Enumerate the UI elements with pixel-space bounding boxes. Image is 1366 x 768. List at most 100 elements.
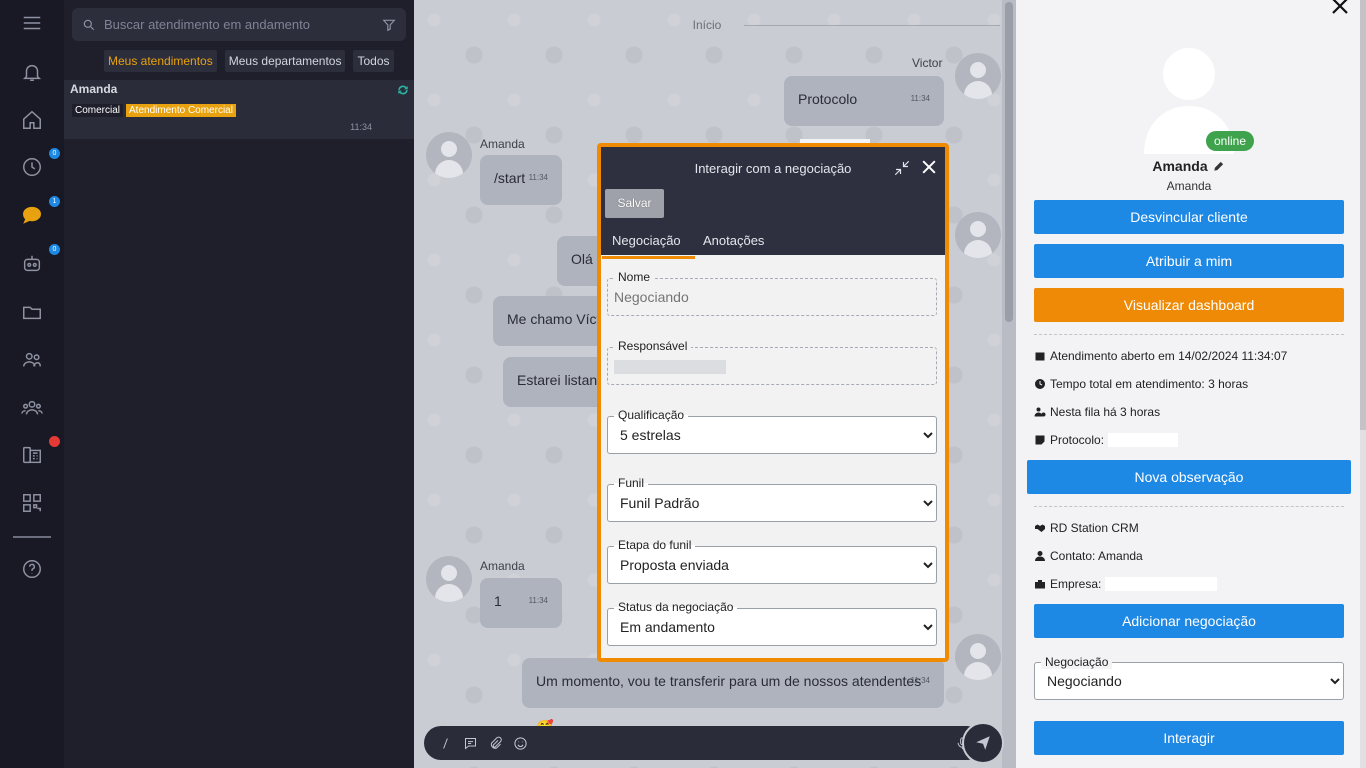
message-time: 11:34 xyxy=(910,676,930,685)
clock-icon xyxy=(1035,379,1045,389)
message-text: 1 xyxy=(494,593,502,609)
send-button[interactable] xyxy=(962,722,1004,764)
redacted-company xyxy=(1105,577,1218,591)
clock-icon[interactable] xyxy=(20,155,44,179)
close-icon[interactable] xyxy=(919,157,939,177)
filter-tabs: Meus atendimentos Meus departamentos Tod… xyxy=(104,50,394,72)
tag-queue: Atendimento Comercial xyxy=(126,104,236,117)
contact-panel: online Amanda Amanda Desvincular cliente… xyxy=(1016,0,1366,768)
deal-interaction-modal: Interagir com a negociação Salvar Negoci… xyxy=(597,143,949,662)
close-panel-icon[interactable] xyxy=(1328,0,1352,18)
briefcase-icon xyxy=(1035,580,1045,589)
message-bubble: Um momento, vou te transferir para um de… xyxy=(522,658,944,735)
robot-badge: 0 xyxy=(49,244,60,255)
new-note-button[interactable]: Nova observação xyxy=(1027,460,1351,494)
name-input[interactable] xyxy=(608,279,936,315)
funnel-field[interactable]: Funil Funil Padrão xyxy=(607,476,937,522)
agent-avatar xyxy=(955,53,1001,99)
message-time: 11:34 xyxy=(910,94,930,103)
conversation-name: Amanda xyxy=(70,82,118,96)
info-total-time: Tempo total em atendimento: 3 horas xyxy=(1034,377,1248,391)
note-icon xyxy=(1035,435,1045,445)
agent-avatar xyxy=(955,212,1001,258)
save-button[interactable]: Salvar xyxy=(605,189,664,218)
home-icon[interactable] xyxy=(20,108,44,132)
folder-icon[interactable] xyxy=(20,300,44,324)
online-badge: online xyxy=(1206,131,1255,151)
emoji-icon[interactable] xyxy=(513,736,528,751)
deal-status-select[interactable]: Em andamento xyxy=(608,609,936,645)
clock-badge: 0 xyxy=(49,148,60,159)
deal-select[interactable]: Negociando xyxy=(1035,663,1343,699)
filter-icon[interactable] xyxy=(382,18,396,32)
contact-name: Amanda xyxy=(1016,158,1362,174)
add-deal-button[interactable]: Adicionar negociação xyxy=(1034,604,1344,638)
conversation-item[interactable]: Amanda Comercial Atendimento Comercial 1… xyxy=(64,80,414,139)
modal-header: Interagir com a negociação Salvar Negoci… xyxy=(601,147,945,259)
qrcode-icon[interactable] xyxy=(20,491,44,515)
conversation-tags: Comercial Atendimento Comercial xyxy=(72,104,236,117)
funnel-select[interactable]: Funil Padrão xyxy=(608,485,936,521)
info-company: Empresa: xyxy=(1034,577,1218,591)
message-text: Me chamo Víct xyxy=(507,311,601,327)
info-crm: RD Station CRM xyxy=(1034,521,1139,535)
message-bubble: 1 11:34 xyxy=(480,578,562,628)
message-bubble: Protocolo 11:34 xyxy=(784,76,944,154)
search-input[interactable] xyxy=(104,17,382,32)
robot-icon[interactable] xyxy=(20,252,44,276)
sync-icon xyxy=(398,85,408,95)
search-icon xyxy=(83,19,95,30)
info-opened: Atendimento aberto em 14/02/2024 11:34:0… xyxy=(1034,349,1287,363)
interact-button[interactable]: Interagir xyxy=(1034,721,1344,755)
funnel-stage-select[interactable]: Proposta enviada xyxy=(608,547,936,583)
filter-my-departments[interactable]: Meus departamentos xyxy=(224,50,346,72)
help-icon[interactable] xyxy=(20,557,44,581)
chat-badge: 1 xyxy=(49,196,60,207)
bell-icon[interactable] xyxy=(20,60,44,84)
edit-pencil-icon[interactable] xyxy=(1212,159,1226,173)
conversation-list-panel: Meus atendimentos Meus departamentos Tod… xyxy=(64,0,414,768)
customer-avatar xyxy=(426,556,472,602)
qualification-select[interactable]: 5 estrelas xyxy=(608,417,936,453)
tab-negotiation[interactable]: Negociação xyxy=(602,233,695,259)
filter-my-attendances[interactable]: Meus atendimentos xyxy=(104,50,217,72)
responsible-label: Responsável xyxy=(614,339,692,353)
contact-name-text: Amanda xyxy=(1152,158,1208,174)
phone-directory-icon[interactable] xyxy=(20,443,44,467)
chat-scrollbar[interactable] xyxy=(1002,0,1016,768)
filter-all[interactable]: Todos xyxy=(353,50,394,72)
funnel-stage-field[interactable]: Etapa do funil Proposta enviada xyxy=(607,538,937,584)
deal-status-field[interactable]: Status da negociação Em andamento xyxy=(607,600,937,646)
contact-panel-scrollbar[interactable] xyxy=(1360,0,1366,768)
slash-command-icon[interactable] xyxy=(438,736,453,751)
qualification-field[interactable]: Qualificação 5 estrelas xyxy=(607,408,937,454)
tag-department: Comercial xyxy=(72,104,124,117)
menu-icon[interactable] xyxy=(20,11,44,35)
info-queue: Nesta fila há 3 horas xyxy=(1034,405,1160,419)
contact-subname: Amanda xyxy=(1166,179,1212,193)
quick-reply-icon[interactable] xyxy=(463,736,478,751)
users-icon[interactable] xyxy=(20,348,44,372)
assign-to-me-button[interactable]: Atribuir a mim xyxy=(1034,244,1344,278)
message-sender: Amanda xyxy=(480,559,525,573)
search-box[interactable] xyxy=(72,8,406,41)
attachment-icon[interactable] xyxy=(488,736,503,751)
unlink-client-button[interactable]: Desvincular cliente xyxy=(1034,200,1344,234)
message-composer[interactable] xyxy=(424,726,984,760)
redacted-protocol xyxy=(1108,433,1179,447)
rail-divider xyxy=(13,536,51,538)
message-text: /start xyxy=(494,170,526,186)
message-text: Protocolo xyxy=(798,91,858,107)
name-field[interactable]: Nome xyxy=(607,270,937,316)
tab-notes[interactable]: Anotações xyxy=(703,233,764,248)
chat-icon[interactable] xyxy=(20,203,44,227)
info-contact: Contato: Amanda xyxy=(1034,549,1143,563)
group-icon[interactable] xyxy=(20,396,44,420)
deal-select-field[interactable]: Negociação Negociando xyxy=(1034,655,1344,700)
minimize-icon[interactable] xyxy=(893,159,911,177)
user-clock-icon xyxy=(1034,407,1046,417)
redacted-responsible xyxy=(614,360,726,374)
view-dashboard-button[interactable]: Visualizar dashboard xyxy=(1034,288,1344,322)
message-time: 11:34 xyxy=(528,596,548,605)
responsible-field[interactable]: Responsável xyxy=(607,339,937,385)
